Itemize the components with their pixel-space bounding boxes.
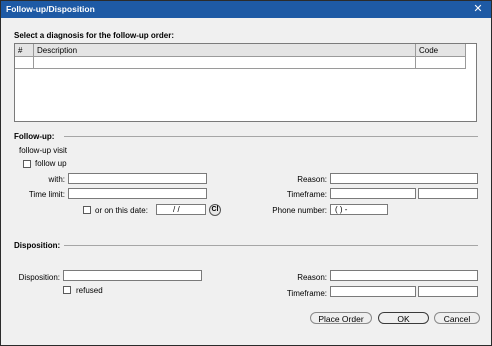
time-limit-field[interactable] [68, 188, 207, 199]
column-number[interactable]: # [18, 46, 22, 55]
column-description[interactable]: Description [37, 46, 77, 55]
followup-checkbox[interactable] [23, 160, 31, 168]
grid-divider [415, 44, 416, 69]
refused-checkbox[interactable] [63, 286, 71, 294]
timeframe-label: Timeframe: [286, 190, 327, 199]
with-field[interactable] [68, 173, 207, 184]
date-field[interactable]: / / [156, 204, 206, 215]
disposition-section-title: Disposition: [14, 241, 61, 250]
reason-label: Reason: [297, 175, 327, 184]
time-limit-label: Time limit: [28, 190, 65, 199]
disposition-reason-field[interactable] [330, 270, 478, 281]
followup-visit-label: follow-up visit [19, 146, 68, 155]
section-divider [64, 136, 478, 137]
section-divider [64, 245, 478, 246]
close-icon[interactable]: ✕ [471, 3, 485, 16]
ok-button[interactable]: OK [378, 312, 429, 324]
diagnosis-label: Select a diagnosis for the follow-up ord… [14, 31, 175, 40]
date-checkbox-label: or on this date: [95, 206, 148, 215]
disposition-timeframe-unit-field[interactable] [418, 286, 478, 297]
disposition-timeframe-label: Timeframe: [286, 289, 327, 298]
grid-header: # Description Code [15, 44, 465, 57]
disposition-timeframe-field[interactable] [330, 286, 416, 297]
table-row[interactable] [15, 57, 465, 69]
title-bar: Follow-up/Disposition ✕ [1, 1, 491, 18]
window-title: Follow-up/Disposition [6, 4, 95, 14]
refused-label: refused [76, 286, 103, 295]
place-order-button[interactable]: Place Order [310, 312, 372, 324]
disposition-reason-label: Reason: [297, 273, 327, 282]
disposition-field[interactable] [63, 270, 202, 281]
followup-checkbox-label: follow up [35, 159, 67, 168]
grid-divider [33, 44, 34, 69]
date-checkbox[interactable] [83, 206, 91, 214]
followup-timeframe-unit-field[interactable] [418, 188, 478, 199]
column-code[interactable]: Code [419, 46, 438, 55]
diagnosis-grid[interactable]: # Description Code [14, 43, 477, 122]
grid-divider [465, 44, 466, 69]
calendar-icon[interactable]: Cl [209, 204, 221, 216]
followup-disposition-dialog: Follow-up/Disposition ✕ Select a diagnos… [0, 0, 492, 346]
followup-reason-field[interactable] [330, 173, 478, 184]
date-value: / / [173, 205, 180, 214]
cancel-button[interactable]: Cancel [434, 312, 480, 324]
followup-timeframe-field[interactable] [330, 188, 416, 199]
followup-section-title: Follow-up: [14, 132, 55, 141]
disposition-label: Disposition: [18, 273, 60, 282]
phone-number-field[interactable]: ( ) - [330, 204, 388, 215]
phone-value: ( ) - [335, 205, 348, 214]
with-label: with: [48, 175, 65, 184]
phone-number-label: Phone number: [272, 206, 327, 215]
